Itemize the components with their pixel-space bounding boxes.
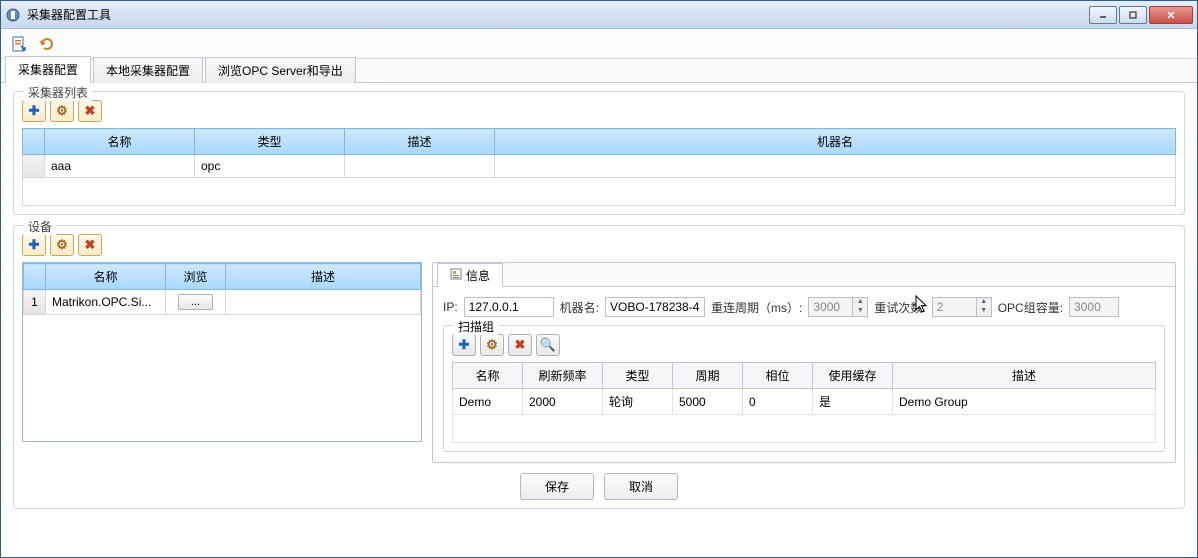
collector-add-button[interactable]: ✚ [22, 100, 46, 122]
tab-browse-opc[interactable]: 浏览OPC Server和导出 [205, 57, 356, 83]
toolbar [1, 29, 1197, 59]
opc-label: OPC组容量: [998, 299, 1063, 316]
close-button[interactable] [1149, 6, 1193, 24]
device-th-browse[interactable]: 浏览 [166, 264, 226, 290]
reconnect-label: 重连周期（ms）: [711, 299, 802, 316]
device-group-title: 设备 [24, 218, 56, 235]
maximize-button[interactable] [1119, 6, 1147, 24]
retry-spinner[interactable]: ▲▼ [932, 297, 992, 317]
cancel-button[interactable]: 取消 [604, 473, 678, 500]
device-settings-button[interactable]: ⚙ [50, 234, 74, 256]
window-title: 采集器配置工具 [27, 6, 1089, 23]
scan-row[interactable]: Demo 2000 轮询 5000 0 是 Demo Group [453, 389, 1156, 415]
down-icon[interactable]: ▼ [853, 307, 867, 316]
collector-th-rowhead [23, 129, 45, 155]
collector-cell-desc[interactable] [345, 155, 495, 178]
device-group: 设备 ✚ ⚙ ✖ 名称 浏览 描述 [13, 225, 1185, 509]
device-delete-button[interactable]: ✖ [78, 234, 102, 256]
ip-label: IP: [443, 300, 458, 314]
device-cell-name[interactable]: Matrikon.OPC.Si... [46, 290, 166, 315]
scan-th-period[interactable]: 周期 [673, 363, 743, 389]
scan-search-button[interactable]: 🔍 [536, 334, 560, 356]
main-window: 采集器配置工具 采集器配置 本地采集器配置 浏览OPC Server和导出 采集… [0, 0, 1198, 558]
scan-th-name[interactable]: 名称 [453, 363, 523, 389]
collector-settings-button[interactable]: ⚙ [50, 100, 74, 122]
scan-add-button[interactable]: ✚ [452, 334, 476, 356]
collector-th-name[interactable]: 名称 [45, 129, 195, 155]
device-th-desc[interactable]: 描述 [226, 264, 421, 290]
collector-th-machine[interactable]: 机器名 [495, 129, 1176, 155]
collector-th-type[interactable]: 类型 [195, 129, 345, 155]
device-cell-desc[interactable] [226, 290, 421, 315]
device-th-name[interactable]: 名称 [46, 264, 166, 290]
save-button[interactable]: 保存 [520, 473, 594, 500]
scan-delete-button[interactable]: ✖ [508, 334, 532, 356]
app-icon [5, 7, 21, 23]
machine-label: 机器名: [560, 299, 599, 316]
minimize-button[interactable] [1089, 6, 1117, 24]
collector-row[interactable]: aaa opc [23, 155, 1176, 178]
collector-cell-type[interactable]: opc [195, 155, 345, 178]
collector-cell-machine[interactable] [495, 155, 1176, 178]
collector-list-group: 采集器列表 ✚ ⚙ ✖ 名称 类型 描述 机器名 aaa opc [13, 91, 1185, 215]
tab-collector-config[interactable]: 采集器配置 [5, 56, 91, 83]
main-tabs: 采集器配置 本地采集器配置 浏览OPC Server和导出 [1, 59, 1197, 83]
ip-field[interactable] [464, 297, 554, 317]
reconnect-spinner[interactable]: ▲▼ [808, 297, 868, 317]
device-add-button[interactable]: ✚ [22, 234, 46, 256]
retry-label: 重试次数: [874, 299, 925, 316]
tab-info[interactable]: 信息 [437, 263, 503, 287]
info-icon [450, 268, 462, 283]
tab-local-config[interactable]: 本地采集器配置 [93, 57, 203, 83]
device-row-idx: 1 [24, 290, 46, 315]
device-row[interactable]: 1 Matrikon.OPC.Si... ... [24, 290, 421, 315]
device-table[interactable]: 名称 浏览 描述 1 Matrikon.OPC.Si... ... [23, 263, 421, 315]
collector-delete-button[interactable]: ✖ [78, 100, 102, 122]
collector-table[interactable]: 名称 类型 描述 机器名 aaa opc [22, 128, 1176, 206]
scan-th-cache[interactable]: 使用缓存 [813, 363, 893, 389]
collector-group-title: 采集器列表 [24, 84, 92, 101]
scan-group: 扫描组 ✚ ⚙ ✖ 🔍 名称 刷新频率 [443, 325, 1165, 452]
scan-th-phase[interactable]: 相位 [743, 363, 813, 389]
scan-settings-button[interactable]: ⚙ [480, 334, 504, 356]
scan-th-type[interactable]: 类型 [603, 363, 673, 389]
content: 采集器列表 ✚ ⚙ ✖ 名称 类型 描述 机器名 aaa opc [1, 83, 1197, 557]
collector-cell-name[interactable]: aaa [45, 155, 195, 178]
scan-group-title: 扫描组 [454, 318, 498, 335]
toolbar-btn-1[interactable] [7, 32, 31, 56]
up-icon[interactable]: ▲ [977, 298, 991, 307]
scan-th-desc[interactable]: 描述 [893, 363, 1156, 389]
opc-capacity-field[interactable] [1069, 297, 1119, 317]
refresh-button[interactable] [35, 32, 59, 56]
down-icon[interactable]: ▼ [977, 307, 991, 316]
up-icon[interactable]: ▲ [853, 298, 867, 307]
info-panel: 信息 IP: 机器名: 重连周期（ms）: ▲▼ 重试次数: ▲▼ [432, 262, 1176, 463]
scan-th-refresh[interactable]: 刷新频率 [523, 363, 603, 389]
scan-table[interactable]: 名称 刷新频率 类型 周期 相位 使用缓存 描述 Demo [452, 362, 1156, 443]
titlebar[interactable]: 采集器配置工具 [1, 1, 1197, 29]
machine-field[interactable] [605, 297, 705, 317]
device-browse-button[interactable]: ... [178, 294, 213, 310]
collector-th-desc[interactable]: 描述 [345, 129, 495, 155]
